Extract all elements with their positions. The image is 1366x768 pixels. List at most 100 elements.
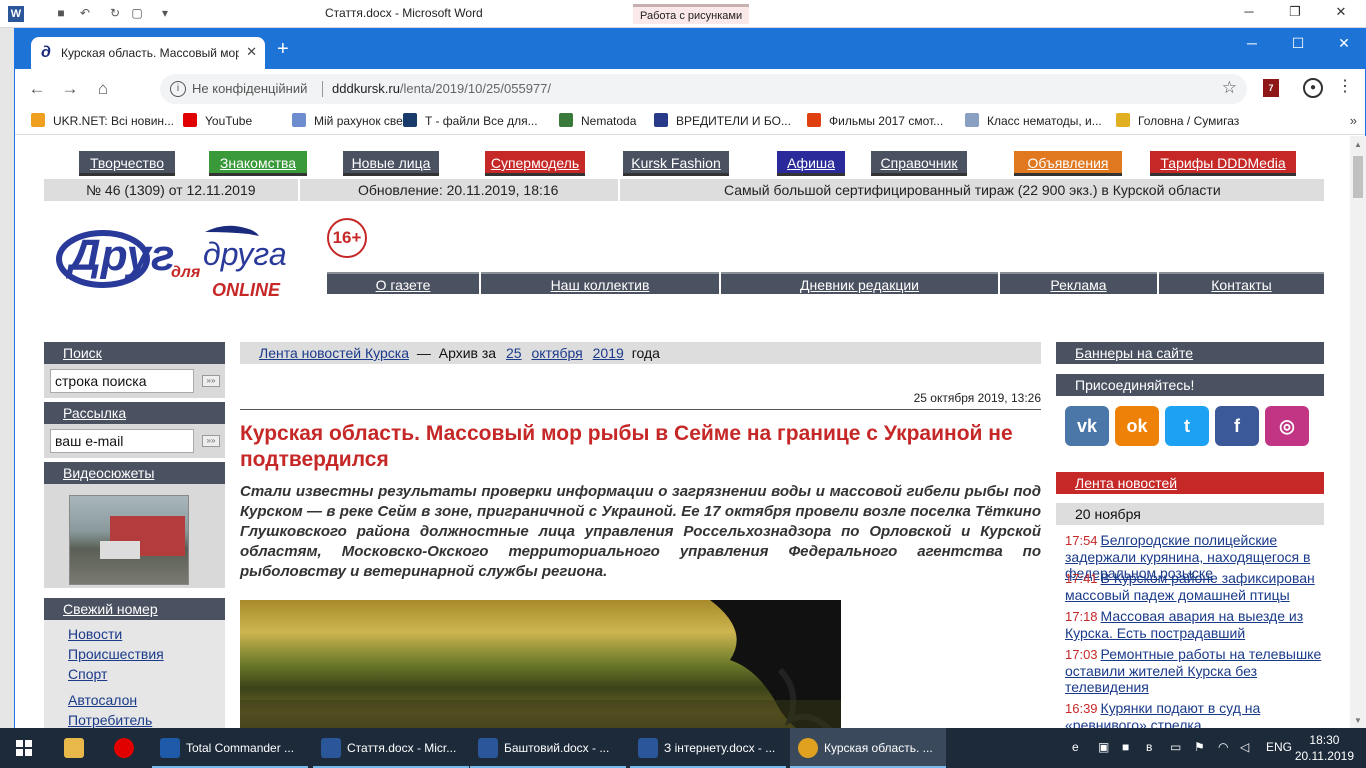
top-nav-item[interactable]: Справочник (871, 151, 967, 176)
new-document-icon[interactable]: ▢ (128, 4, 146, 22)
windows-start-icon[interactable] (16, 740, 32, 756)
archive-day-link[interactable]: 25 (506, 345, 522, 361)
banners-heading[interactable]: Баннеры на сайте (1056, 342, 1324, 364)
fresh-issue-heading[interactable]: Свежий номер (44, 598, 225, 620)
fresh-issue-link[interactable]: Спорт (44, 664, 225, 684)
bookmark-item[interactable]: UKR.NET: Всі новин... (31, 113, 174, 131)
chrome-menu-icon[interactable]: ⋮ (1337, 77, 1353, 97)
bookmark-item[interactable]: Nematoda (559, 113, 636, 131)
bookmark-item[interactable]: T - файли Все для... (403, 113, 538, 131)
bookmark-item[interactable]: Фильмы 2017 смот... (807, 113, 943, 131)
word-restore-icon[interactable]: ❐ (1280, 4, 1310, 22)
bookmark-item[interactable]: ВРЕДИТЕЛИ И БО... (654, 113, 791, 131)
taskbar-window-button[interactable]: Курская область. ... (790, 728, 946, 768)
save-icon[interactable]: ■ (52, 4, 70, 22)
display-tray-icon[interactable]: ▭ (1170, 740, 1181, 754)
scrollbar-thumb[interactable] (1353, 156, 1363, 198)
opera-taskbar-icon[interactable] (106, 728, 146, 768)
archive-month-link[interactable]: октября (531, 345, 582, 361)
sub-nav-item[interactable]: Наш коллектив (481, 272, 719, 294)
word-close-icon[interactable]: ✕ (1326, 4, 1356, 22)
scroll-up-icon[interactable]: ▲ (1354, 140, 1362, 149)
top-nav-item[interactable]: Творчество (79, 151, 175, 176)
site-logo[interactable]: Друг друга для ONLINE (55, 214, 315, 304)
tab-close-icon[interactable]: ✕ (246, 44, 257, 60)
scroll-down-icon[interactable]: ▼ (1354, 716, 1362, 725)
edge-tray-icon[interactable]: e (1072, 740, 1079, 754)
chrome-close-icon[interactable]: ✕ (1329, 35, 1359, 52)
url-text[interactable]: dddkursk.ru/lenta/2019/10/25/055977/ (332, 81, 551, 96)
email-field[interactable] (50, 429, 194, 453)
file-explorer-taskbar-icon[interactable] (56, 728, 96, 768)
wifi-tray-icon[interactable]: ◠ (1218, 740, 1228, 754)
back-icon[interactable]: ← (27, 79, 47, 99)
system-clock[interactable]: 18:30 20.11.2019 (1295, 732, 1354, 764)
redo-icon[interactable]: ↻ (106, 4, 124, 22)
news-item[interactable]: 17:03 Ремонтные работы на телевышке остав… (1065, 646, 1327, 695)
bookmark-item[interactable]: Головна / Сумигаз (1116, 113, 1239, 131)
top-nav-item[interactable]: Супермодель (485, 151, 585, 176)
forward-icon[interactable]: → (60, 79, 80, 99)
instagram-icon[interactable]: ◎ (1265, 406, 1309, 446)
bookmark-item[interactable]: YouTube (183, 113, 252, 131)
new-tab-icon[interactable]: + (277, 39, 289, 59)
flag-tray-icon[interactable]: ⚑ (1194, 740, 1205, 754)
archive-year-link[interactable]: 2019 (593, 345, 624, 361)
home-icon[interactable]: ⌂ (93, 79, 113, 99)
vk-icon[interactable]: vk (1065, 406, 1109, 446)
taskbar-window-button[interactable]: Total Commander ... (152, 728, 308, 768)
news-item[interactable]: 17:18 Массовая авария на выезде из Курска… (1065, 608, 1327, 641)
taskbar-window-button[interactable]: З інтернету.docx - ... (630, 728, 786, 768)
browser-tab[interactable]: д Курская область. Массовый мор ✕ (31, 37, 265, 69)
bookmark-item[interactable]: Мій рахунок свет (292, 113, 408, 131)
word-minimize-icon[interactable]: ─ (1234, 4, 1264, 22)
top-nav-item[interactable]: Знакомства (209, 151, 307, 176)
bluetooth-tray-icon[interactable]: ʙ (1146, 740, 1152, 754)
network-tray-icon[interactable]: ▣ (1098, 740, 1109, 754)
taskbar-window-button[interactable]: Баштовий.docx - ... (470, 728, 626, 768)
info-icon[interactable]: i (170, 81, 186, 97)
sub-nav-item[interactable]: О газете (327, 272, 479, 294)
picture-tools-context-tab[interactable]: Работа с рисунками (633, 4, 750, 24)
facebook-icon[interactable]: f (1215, 406, 1259, 446)
fresh-issue-link[interactable]: Происшествия (44, 644, 225, 664)
lenta-link[interactable]: Лента новостей Курска (259, 345, 409, 361)
article-photo[interactable] (240, 600, 841, 729)
search-go-button[interactable]: »» (202, 375, 220, 387)
search-input[interactable] (50, 369, 194, 393)
news-item[interactable]: 17:41 В Курском районе зафиксирован массо… (1065, 570, 1327, 603)
undo-icon[interactable]: ↶ (76, 4, 94, 22)
customize-quick-access-icon[interactable]: ▾ (156, 4, 174, 22)
volume-tray-icon[interactable]: ◁ (1240, 740, 1249, 754)
taskbar-window-button[interactable]: Стаття.docx - Micr... (313, 728, 469, 768)
fresh-issue-link[interactable]: Автосалон (44, 690, 225, 710)
top-nav-item[interactable]: Афиша (777, 151, 845, 176)
ok-icon[interactable]: ok (1115, 406, 1159, 446)
news-headline-link[interactable]: Массовая авария на выезде из Курска. Ест… (1065, 608, 1303, 641)
search-heading[interactable]: Поиск (44, 342, 225, 364)
app-tray-icon[interactable]: ■ (1122, 740, 1129, 754)
sub-nav-item[interactable]: Реклама (1000, 272, 1157, 294)
bookmark-item[interactable]: Класс нематоды, и... (965, 113, 1102, 131)
profile-avatar-icon[interactable]: ● (1303, 78, 1323, 98)
language-indicator[interactable]: ENG (1266, 740, 1292, 754)
newsletter-heading[interactable]: Рассылка (44, 402, 225, 424)
news-headline-link[interactable]: Ремонтные работы на телевышке оставили ж… (1065, 646, 1321, 695)
chrome-maximize-icon[interactable]: ☐ (1283, 35, 1313, 52)
address-bar[interactable]: i Не конфіденційний dddkursk.ru/lenta/20… (160, 74, 1247, 104)
sub-nav-item[interactable]: Контакты (1159, 272, 1324, 294)
news-feed-heading[interactable]: Лента новостей (1056, 472, 1324, 494)
bookmark-star-icon[interactable]: ☆ (1222, 78, 1237, 98)
top-nav-item[interactable]: Тарифы DDDMedia (1150, 151, 1296, 176)
top-nav-item[interactable]: Kursk Fashion (623, 151, 729, 176)
extension-icon[interactable]: 7 (1263, 79, 1279, 97)
sub-nav-item[interactable]: Дневник редакции (721, 272, 998, 294)
fresh-issue-link[interactable]: Потребитель (44, 710, 225, 729)
top-nav-item[interactable]: Объявления (1014, 151, 1122, 176)
bookmarks-overflow-icon[interactable]: » (1350, 113, 1357, 128)
top-nav-item[interactable]: Новые лица (343, 151, 439, 176)
fresh-issue-link[interactable]: Новости (44, 624, 225, 644)
subscribe-go-button[interactable]: »» (202, 435, 220, 447)
video-thumbnail[interactable] (69, 495, 189, 585)
twitter-icon[interactable]: t (1165, 406, 1209, 446)
